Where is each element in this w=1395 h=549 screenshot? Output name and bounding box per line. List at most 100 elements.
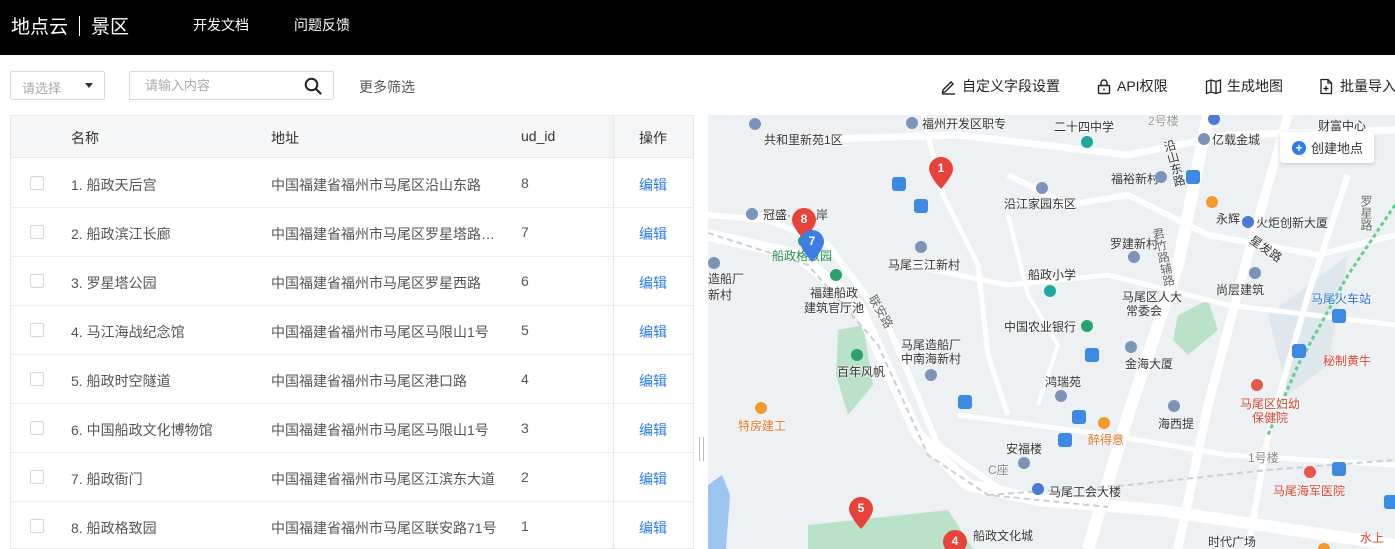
row-ud-id: 3 bbox=[521, 420, 529, 436]
table-row[interactable]: 4. 马江海战纪念馆 中国福建省福州市马尾区马限山1号 5 编辑 bbox=[11, 306, 693, 355]
column-header-actions: 操作 bbox=[639, 130, 667, 146]
map-icon bbox=[1205, 78, 1222, 94]
row-edit-link[interactable]: 编辑 bbox=[639, 371, 667, 391]
map-label: 秘制黄牛 bbox=[1323, 354, 1372, 368]
create-place-button[interactable]: + 创建地点 bbox=[1280, 132, 1374, 163]
api-permission-button[interactable]: API权限 bbox=[1096, 76, 1168, 96]
row-name: 2. 船政滨江长廊 bbox=[71, 226, 171, 242]
map-view[interactable]: 共和里新苑1区 福州开发区职专 二十四中学 2号楼 亿载金城 财富中心 沿山东路… bbox=[708, 115, 1395, 549]
category-select-placeholder: 请选择 bbox=[22, 81, 62, 96]
table-row[interactable]: 8. 船政格致园 中国福建省福州市马尾区联安路71号 1 编辑 bbox=[11, 502, 693, 548]
custom-field-settings-label: 自定义字段设置 bbox=[962, 78, 1060, 94]
bus-stop-icon bbox=[892, 177, 906, 191]
table-row[interactable]: 2. 船政滨江长廊 中国福建省福州市马尾区罗星塔路… 7 编辑 bbox=[11, 208, 693, 257]
map-label: 醉得意 bbox=[1088, 433, 1125, 447]
row-edit-link[interactable]: 编辑 bbox=[639, 224, 667, 244]
plus-icon: + bbox=[1292, 140, 1306, 155]
map-label: 冠盛· bbox=[763, 208, 791, 222]
row-edit-link[interactable]: 编辑 bbox=[639, 420, 667, 440]
building-poi-icon bbox=[746, 208, 758, 220]
panel-resize-handle[interactable] bbox=[699, 437, 704, 461]
bus-stop-icon bbox=[1058, 433, 1072, 447]
row-checkbox[interactable] bbox=[30, 274, 44, 288]
bus-stop-icon bbox=[1072, 410, 1086, 424]
map-marker-blue[interactable]: 7 bbox=[799, 229, 825, 263]
row-edit-link[interactable]: 编辑 bbox=[639, 175, 667, 195]
hospital-poi-icon bbox=[1251, 379, 1263, 391]
school-poi-icon bbox=[1044, 285, 1056, 297]
map-label: 岸 bbox=[816, 208, 829, 222]
building-poi-icon bbox=[1155, 171, 1167, 183]
row-name: 5. 船政时空隧道 bbox=[71, 373, 171, 389]
map-marker-red[interactable]: 1 bbox=[928, 156, 954, 190]
search-icon[interactable] bbox=[304, 77, 322, 95]
map-label: 马尾工会大楼 bbox=[1049, 485, 1122, 499]
nav-link-docs[interactable]: 开发文档 bbox=[193, 15, 249, 35]
category-select[interactable]: 请选择 bbox=[10, 71, 105, 100]
row-checkbox[interactable] bbox=[30, 519, 44, 533]
more-filter-button[interactable]: 更多筛选 bbox=[359, 77, 415, 97]
bus-stop-icon bbox=[958, 395, 972, 409]
row-ud-id: 1 bbox=[521, 518, 529, 534]
marker-number: 8 bbox=[800, 212, 808, 226]
map-label: 水上 bbox=[1360, 531, 1385, 545]
row-address: 中国福建省福州市马尾区联安路71号 bbox=[271, 520, 497, 536]
row-address: 中国福建省福州市马尾区马限山1号 bbox=[271, 324, 489, 340]
row-address: 中国福建省福州市马尾区港口路 bbox=[271, 373, 467, 389]
map-marker-red[interactable]: 5 bbox=[848, 496, 874, 530]
row-edit-link[interactable]: 编辑 bbox=[639, 518, 667, 538]
building-poi-icon bbox=[925, 369, 937, 381]
api-permission-label: API权限 bbox=[1117, 78, 1168, 94]
map-label: 中国农业银行 bbox=[1004, 320, 1077, 334]
row-checkbox[interactable] bbox=[30, 372, 44, 386]
map-label: 亿载金城 bbox=[1212, 133, 1261, 147]
map-label: 尚层建筑 bbox=[1216, 283, 1265, 297]
map-label: 百年风帆 bbox=[837, 365, 886, 379]
table-row[interactable]: 5. 船政时空隧道 中国福建省福州市马尾区港口路 4 编辑 bbox=[11, 355, 693, 404]
row-name: 4. 马江海战纪念馆 bbox=[71, 324, 185, 340]
bus-stop-icon bbox=[1085, 348, 1099, 362]
table-row[interactable]: 3. 罗星塔公园 中国福建省福州市马尾区罗星西路 6 编辑 bbox=[11, 257, 693, 306]
map-label: 新村 bbox=[708, 288, 733, 302]
building-poi-icon bbox=[1198, 133, 1210, 145]
map-label: 二十四中学 bbox=[1054, 120, 1115, 134]
row-name: 3. 罗星塔公园 bbox=[71, 275, 157, 291]
table-row[interactable]: 1. 船政天后宫 中国福建省福州市马尾区沿山东路 8 编辑 bbox=[11, 159, 693, 208]
map-label: 马尾海军医院 bbox=[1273, 484, 1346, 498]
pen-icon bbox=[941, 80, 955, 95]
map-label: 福裕新村 bbox=[1111, 172, 1160, 186]
marker-number: 7 bbox=[808, 234, 816, 248]
custom-field-settings-button[interactable]: 自定义字段设置 bbox=[940, 76, 1060, 96]
row-checkbox[interactable] bbox=[30, 323, 44, 337]
generate-map-label: 生成地图 bbox=[1227, 78, 1283, 94]
school-poi-icon bbox=[1081, 136, 1093, 148]
map-label: 安福楼 bbox=[1006, 442, 1043, 456]
building-poi-icon bbox=[1032, 483, 1044, 495]
table-row[interactable]: 7. 船政衙门 中国福建省福州市马尾区江滨东大道 2 编辑 bbox=[11, 453, 693, 502]
building-poi-icon bbox=[1055, 390, 1067, 402]
table-row[interactable]: 6. 中国船政文化博物馆 中国福建省福州市马尾区马限山1号 3 编辑 bbox=[11, 404, 693, 453]
row-edit-link[interactable]: 编辑 bbox=[639, 273, 667, 293]
map-label: 马尾三江新村 bbox=[888, 258, 961, 272]
create-place-label: 创建地点 bbox=[1311, 141, 1364, 156]
row-checkbox[interactable] bbox=[30, 470, 44, 484]
food-poi-icon bbox=[755, 402, 767, 414]
row-ud-id: 8 bbox=[521, 175, 529, 191]
row-edit-link[interactable]: 编辑 bbox=[639, 469, 667, 489]
batch-import-button[interactable]: 批量导入 bbox=[1318, 76, 1395, 96]
row-checkbox[interactable] bbox=[30, 176, 44, 190]
row-checkbox[interactable] bbox=[30, 421, 44, 435]
places-table: 名称 地址 ud_id 操作 1. 船政天后宫 中国福建省福州市马尾区沿山东路 … bbox=[10, 115, 694, 549]
row-name: 1. 船政天后宫 bbox=[71, 177, 157, 193]
row-name: 7. 船政衙门 bbox=[71, 471, 143, 487]
brand-section: 景区 bbox=[91, 17, 130, 38]
column-header-address: 地址 bbox=[271, 130, 299, 146]
nav-link-feedback[interactable]: 问题反馈 bbox=[294, 15, 350, 35]
row-edit-link[interactable]: 编辑 bbox=[639, 322, 667, 342]
search-input[interactable] bbox=[130, 72, 290, 99]
row-checkbox[interactable] bbox=[30, 225, 44, 239]
brand[interactable]: 地点云 景区 bbox=[11, 12, 129, 39]
map-marker-red[interactable]: 4 bbox=[942, 529, 968, 549]
marker-number: 4 bbox=[951, 534, 959, 548]
generate-map-button[interactable]: 生成地图 bbox=[1205, 76, 1283, 96]
